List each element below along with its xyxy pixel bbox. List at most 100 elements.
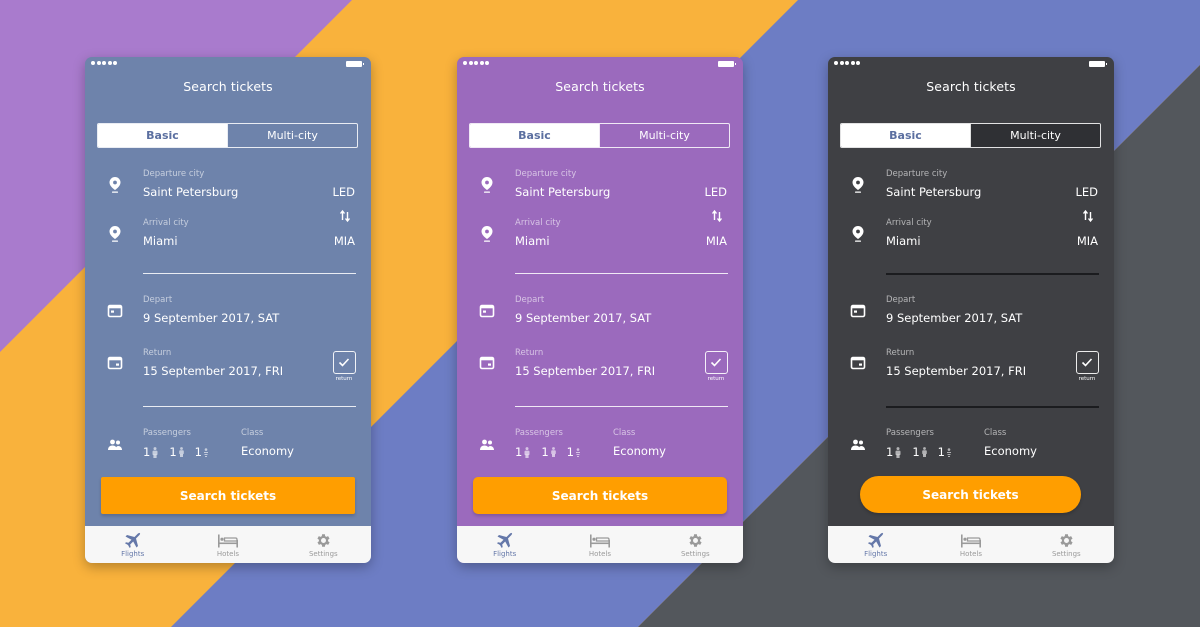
tab-label: Settings xyxy=(1051,550,1081,558)
battery-icon xyxy=(346,61,364,67)
departure-city-value[interactable]: Saint Petersburg xyxy=(515,185,610,199)
tab-flights[interactable]: Flights xyxy=(457,526,552,563)
search-tickets-button[interactable]: Search tickets xyxy=(473,477,727,514)
tab-label: Hotels xyxy=(216,550,240,558)
location-pin-icon xyxy=(109,177,121,193)
segment-basic[interactable]: Basic xyxy=(841,124,970,147)
adults-count: 1 xyxy=(515,445,531,459)
location-pin-icon xyxy=(481,177,493,193)
search-tickets-button[interactable]: Search tickets xyxy=(101,477,355,514)
return-checkbox[interactable] xyxy=(705,351,728,374)
tab-settings[interactable]: Settings xyxy=(276,526,371,563)
trip-type-segmented-control: Basic Multi-city xyxy=(469,123,730,148)
segment-multi-city[interactable]: Multi-city xyxy=(970,124,1100,147)
arrival-airport-code: MIA xyxy=(705,234,727,248)
passenger-counts[interactable]: 1 1 1 xyxy=(143,445,209,459)
screen-title: Search tickets xyxy=(555,79,645,94)
gear-icon xyxy=(317,534,330,547)
tab-hotels[interactable]: Hotels xyxy=(552,526,647,563)
passengers-icon xyxy=(851,439,865,450)
trip-type-segmented-control: Basic Multi-city xyxy=(840,123,1101,148)
segment-multi-city[interactable]: Multi-city xyxy=(599,124,729,147)
segment-basic[interactable]: Basic xyxy=(470,124,599,147)
departure-city-value[interactable]: Saint Petersburg xyxy=(143,185,238,199)
search-tickets-button[interactable]: Search tickets xyxy=(860,476,1081,513)
depart-label: Depart xyxy=(143,295,173,305)
tab-settings[interactable]: Settings xyxy=(648,526,743,563)
departure-airport-code: LED xyxy=(704,185,727,199)
trip-type-segmented-control: Basic Multi-city xyxy=(97,123,358,148)
infant-icon xyxy=(575,447,580,457)
return-date-value[interactable]: 15 September 2017, FRI xyxy=(515,364,655,378)
location-pin-icon xyxy=(852,226,864,242)
depart-date-value[interactable]: 9 September 2017, SAT xyxy=(143,311,279,325)
arrival-city-label: Arrival city xyxy=(886,218,932,228)
adult-icon xyxy=(895,446,901,458)
class-value[interactable]: Economy xyxy=(613,444,666,458)
gear-icon xyxy=(689,534,702,547)
arrival-airport-code: MIA xyxy=(333,234,355,248)
arrival-city-label: Arrival city xyxy=(515,218,561,228)
calendar-return-icon xyxy=(107,356,123,370)
passengers-icon xyxy=(108,439,122,450)
tab-label: Flights xyxy=(121,550,145,558)
tab-label: Flights xyxy=(864,550,888,558)
return-checkbox-caption: return xyxy=(335,376,353,382)
battery-icon xyxy=(1089,61,1107,67)
return-date-value[interactable]: 15 September 2017, FRI xyxy=(143,364,283,378)
phone-screen-dark: Search tickets Basic Multi-city Departur… xyxy=(828,57,1114,563)
arrival-city-value[interactable]: Miami xyxy=(886,234,921,248)
passenger-counts[interactable]: 1 1 1 xyxy=(886,445,952,459)
location-pin-icon xyxy=(481,226,493,242)
segment-basic[interactable]: Basic xyxy=(98,124,227,147)
child-icon xyxy=(178,447,184,457)
infant-icon xyxy=(203,447,208,457)
child-icon xyxy=(921,447,927,457)
tab-hotels[interactable]: Hotels xyxy=(923,526,1018,563)
infants-count: 1 xyxy=(195,445,209,459)
checkmark-icon xyxy=(1081,358,1093,367)
arrival-airport-code: MIA xyxy=(1076,234,1098,248)
children-count: 1 xyxy=(541,445,556,459)
bottom-tab-bar: Flights Hotels Settings xyxy=(85,526,371,563)
calendar-depart-icon xyxy=(479,304,495,318)
class-value[interactable]: Economy xyxy=(984,444,1037,458)
tab-flights[interactable]: Flights xyxy=(828,526,923,563)
tab-hotels[interactable]: Hotels xyxy=(180,526,275,563)
swap-cities-icon[interactable] xyxy=(1082,209,1094,223)
children-count: 1 xyxy=(912,445,927,459)
departure-city-value[interactable]: Saint Petersburg xyxy=(886,185,981,199)
segment-multi-city[interactable]: Multi-city xyxy=(227,124,357,147)
tab-label: Hotels xyxy=(588,550,612,558)
return-date-value[interactable]: 15 September 2017, FRI xyxy=(886,364,1026,378)
depart-date-value[interactable]: 9 September 2017, SAT xyxy=(515,311,651,325)
departure-city-label: Departure city xyxy=(515,169,577,179)
return-checkbox[interactable] xyxy=(1076,351,1099,374)
swap-cities-icon[interactable] xyxy=(339,209,351,223)
arrival-city-value[interactable]: Miami xyxy=(143,234,178,248)
checkmark-icon xyxy=(338,358,350,367)
signal-dots-icon xyxy=(463,61,489,65)
class-value[interactable]: Economy xyxy=(241,444,294,458)
divider xyxy=(886,406,1099,408)
bottom-tab-bar: Flights Hotels Settings xyxy=(828,526,1114,563)
passengers-icon xyxy=(480,439,494,450)
passengers-label: Passengers xyxy=(886,428,934,438)
passenger-counts[interactable]: 1 1 1 xyxy=(515,445,581,459)
return-checkbox[interactable] xyxy=(333,351,356,374)
calendar-return-icon xyxy=(850,356,866,370)
return-label: Return xyxy=(886,348,915,358)
passengers-label: Passengers xyxy=(143,428,191,438)
swap-cities-icon[interactable] xyxy=(711,209,723,223)
tab-settings[interactable]: Settings xyxy=(1019,526,1114,563)
status-bar xyxy=(463,61,737,69)
screen-title: Search tickets xyxy=(926,79,1016,94)
tab-flights[interactable]: Flights xyxy=(85,526,180,563)
bed-icon xyxy=(589,534,610,547)
arrival-city-value[interactable]: Miami xyxy=(515,234,550,248)
children-count: 1 xyxy=(169,445,184,459)
class-label: Class xyxy=(613,428,636,438)
depart-date-value[interactable]: 9 September 2017, SAT xyxy=(886,311,1022,325)
divider xyxy=(143,273,356,274)
airplane-icon xyxy=(496,532,513,548)
